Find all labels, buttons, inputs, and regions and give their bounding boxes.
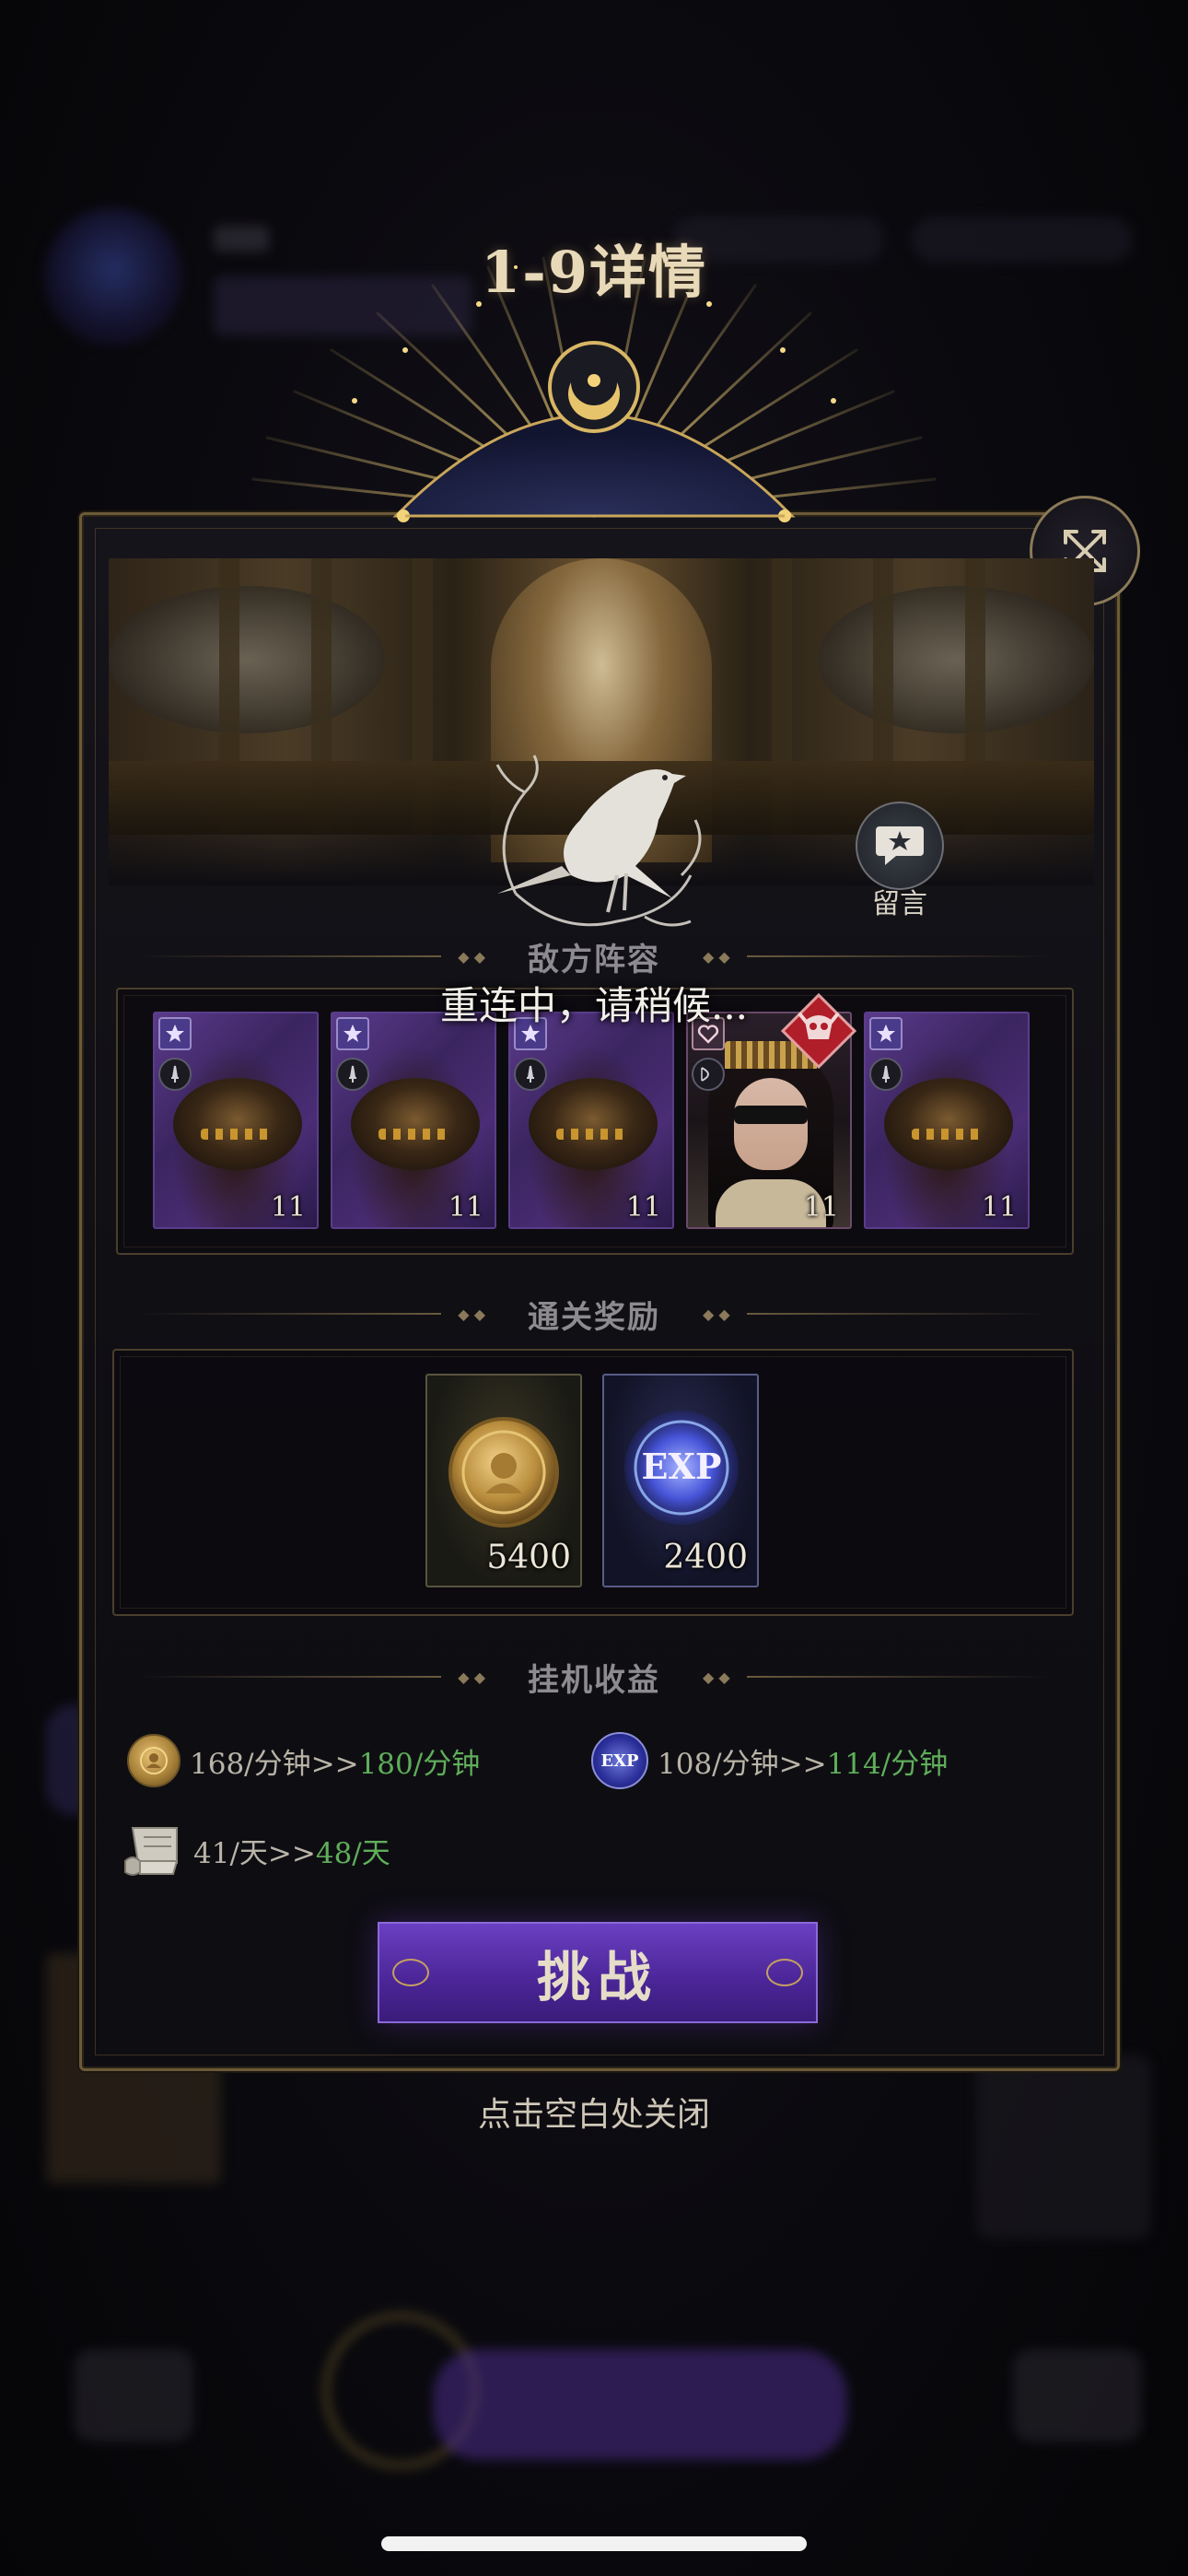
sword-role-icon [514,1058,547,1091]
button-ornament [392,1959,429,1986]
bg-bottom-button [433,2349,847,2460]
enemy-level: 11 [270,1191,306,1224]
reward-amount: 5400 [486,1539,571,1576]
home-indicator[interactable] [381,2536,807,2551]
bg-nav-icon [74,2349,193,2441]
bg-right-panel [976,2055,1151,2239]
section-idle-income-title: 挂机收益 [528,1661,660,1699]
sword-role-icon [336,1058,369,1091]
enemy-level: 11 [981,1191,1017,1224]
enemy-card[interactable]: 11 [864,1012,1030,1229]
enemy-card[interactable]: 11 [153,1012,319,1229]
section-clear-rewards-title: 通关奖励 [528,1298,660,1336]
reconnecting-message: 重连中，请稍候... [439,983,749,1028]
income-scroll-row: 41/天>> 48/天 [120,1821,390,1879]
spider-portrait [529,1078,658,1170]
exp-orb-icon: EXP [624,1411,739,1525]
income-exp-row: EXP 108/分钟>> 114/分钟 [591,1732,948,1789]
section-idle-income: ◆ ◆ 挂机收益 ◆ ◆ [138,1658,1050,1699]
income-gold-new: 180/分钟 [358,1747,481,1781]
reward-amount: 2400 [663,1539,748,1576]
stage-title: 1-9详情 [480,239,707,306]
message-button-label: 留言 [872,888,927,920]
income-scroll-old: 41/天>> [193,1836,316,1870]
section-clear-rewards: ◆ ◆ 通关奖励 ◆ ◆ [138,1295,1050,1336]
income-exp-old: 108/分钟>> [658,1747,827,1781]
reward-card-gold[interactable]: 5400 [425,1374,582,1587]
income-scroll-new: 48/天 [315,1836,390,1870]
income-gold-row: 168/分钟>> 180/分钟 [127,1734,480,1787]
tap-to-close-hint[interactable]: 点击空白处关闭 [0,2088,1188,2136]
income-exp-new: 114/分钟 [826,1747,949,1781]
scene-cloud [818,586,1094,733]
bg-nav-icon [1013,2349,1142,2441]
exp-orb-icon: EXP [591,1732,648,1789]
enemy-card[interactable]: 11 [508,1012,674,1229]
spider-portrait [884,1078,1013,1170]
challenge-button[interactable]: 挑战 [378,1922,818,2023]
spider-portrait [173,1078,302,1170]
button-ornament [766,1959,803,1986]
rewards-frame [112,1349,1074,1616]
income-gold-old: 168/分钟>> [190,1747,359,1781]
message-button[interactable]: 留言 [849,802,950,920]
enemy-card[interactable]: 11 [331,1012,496,1229]
scroll-icon [124,1827,179,1876]
bow-role-icon [692,1058,725,1091]
sword-role-icon [869,1058,903,1091]
raven-loading-icon [495,755,702,927]
enemy-level: 11 [803,1191,839,1224]
gold-coin-icon [127,1734,181,1787]
gold-coin-icon [448,1417,559,1528]
svg-text:EXP: EXP [641,1446,721,1487]
reward-card-exp[interactable]: EXP 2400 [602,1374,759,1587]
queen-blindfold [734,1106,808,1124]
sword-role-icon [158,1058,192,1091]
chat-star-icon [876,826,924,865]
enemy-level: 11 [625,1191,661,1224]
queen-face [734,1078,808,1170]
spider-portrait [351,1078,480,1170]
enemy-level: 11 [448,1191,483,1224]
challenge-button-label: 挑战 [536,1946,658,2008]
scene-cloud [109,586,385,733]
